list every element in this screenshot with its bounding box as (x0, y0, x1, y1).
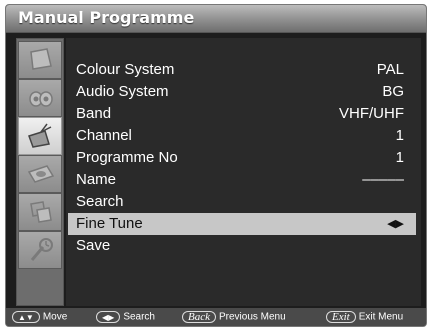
row-value: BG (382, 83, 404, 100)
sidebar-setup[interactable] (18, 231, 62, 269)
menu-row-audio-system[interactable]: Audio System BG (68, 81, 416, 103)
row-label: Audio System (76, 83, 169, 100)
exit-key-icon: Exit (326, 311, 356, 323)
left-right-arrows-icon: ◀▶ (387, 218, 404, 230)
hint-exit: Exit Exit Menu (326, 311, 403, 323)
sidebar-sound[interactable] (18, 79, 62, 117)
row-label: Band (76, 105, 112, 122)
left-right-key-icon: ◀▶ (96, 311, 121, 323)
sidebar-source[interactable] (18, 193, 62, 231)
hint-move-label: Move (42, 311, 68, 323)
hint-back-label: Previous Menu (218, 311, 286, 323)
row-label: Fine Tune (76, 215, 143, 232)
hint-move: ▲▼ Move (12, 311, 67, 323)
menu-row-band[interactable]: Band VHF/UHF (68, 103, 416, 125)
row-value: VHF/UHF (339, 105, 404, 122)
menu-row-fine-tune[interactable]: Fine Tune ◀▶ (68, 213, 416, 235)
row-label: Save (76, 237, 111, 254)
menu-content: Colour System PAL Audio System BG Band V… (66, 38, 421, 306)
setup-icon (30, 238, 53, 261)
row-value: 1 (395, 127, 404, 144)
back-key-icon: Back (182, 311, 216, 323)
hint-search-label: Search (123, 311, 155, 323)
source-icon (30, 201, 52, 223)
title-bar: Manual Programme (6, 5, 426, 33)
row-label: Channel (76, 127, 132, 144)
menu-row-save[interactable]: Save (68, 235, 416, 257)
sidebar-channel[interactable] (18, 117, 62, 155)
row-label: Colour System (76, 61, 175, 78)
row-label: Search (76, 193, 124, 210)
menu-row-channel[interactable]: Channel 1 (68, 125, 416, 147)
hint-back: Back Previous Menu (182, 311, 286, 323)
footer-hint-bar: ▲▼ Move ◀▶ Search Back Previous Menu Exit Ex… (6, 308, 426, 326)
sound-icon (29, 91, 53, 107)
row-label: Name (76, 171, 117, 188)
row-label: Programme No (76, 149, 178, 166)
hint-search: ◀▶ Search (96, 311, 155, 323)
menu-sidebar (16, 38, 64, 306)
row-value: 1 (395, 149, 404, 166)
channel-icon (28, 123, 52, 148)
sidebar-picture[interactable] (18, 41, 62, 79)
hint-exit-label: Exit Menu (358, 311, 404, 323)
menu-title: Manual Programme (18, 8, 195, 27)
menu-row-colour-system[interactable]: Colour System PAL (68, 59, 416, 81)
row-value: ––––– (362, 171, 404, 188)
sidebar-feature[interactable] (18, 155, 62, 193)
menu-row-name[interactable]: Name ––––– (68, 169, 416, 191)
feature-icon (27, 165, 55, 183)
menu-row-search[interactable]: Search (68, 191, 416, 213)
row-value: PAL (376, 61, 404, 78)
up-down-key-icon: ▲▼ (12, 311, 40, 323)
menu-row-programme-no[interactable]: Programme No 1 (68, 147, 416, 169)
picture-icon (30, 48, 52, 70)
tv-menu-screen: Manual Programme Colour System PAL Audio… (5, 4, 427, 327)
